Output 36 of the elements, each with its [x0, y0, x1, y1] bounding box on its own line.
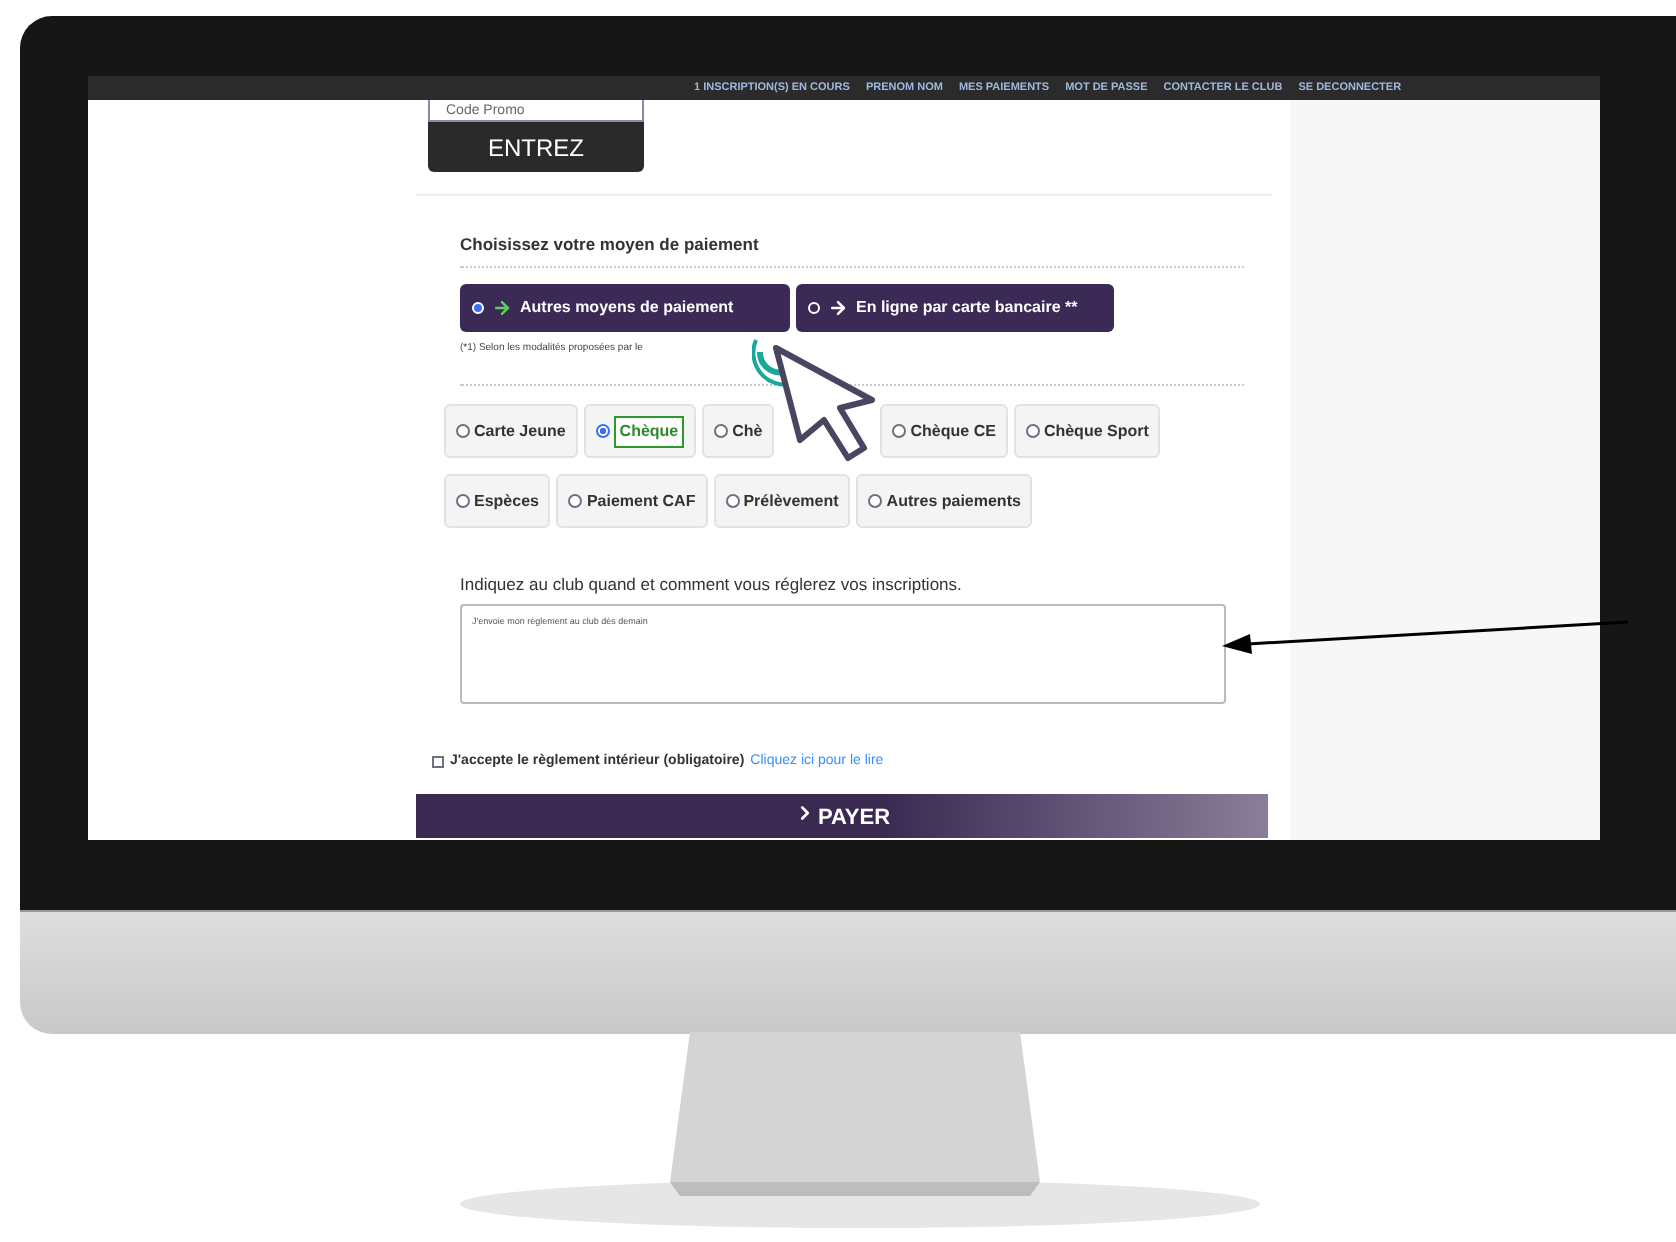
option-label: Autres paiements — [886, 489, 1021, 514]
payment-mode-button[interactable]: Autres moyens de paiement — [460, 283, 790, 332]
radio-button[interactable] — [595, 424, 610, 439]
radio-button[interactable] — [456, 494, 470, 509]
comment-label: Indiquez au club quand et comment vous réglerez vos inscriptions. — [460, 572, 964, 598]
radio-button[interactable] — [1025, 424, 1040, 439]
enter-button[interactable]: ENTREZ — [428, 122, 644, 172]
payment-option[interactable]: Paiement CAF — [556, 474, 708, 529]
payment-option[interactable]: Chèque Sport — [1013, 404, 1161, 459]
arrow-icon — [828, 297, 848, 318]
radio-button[interactable] — [892, 424, 907, 439]
radio-button[interactable] — [725, 494, 740, 509]
payment-option[interactable]: Carte Jeune — [444, 404, 578, 459]
payment-option[interactable]: Chè — [702, 404, 775, 459]
payment-option[interactable]: Chèque — [583, 404, 697, 459]
option-label: Chè — [732, 419, 763, 444]
payment-mode-button[interactable]: En ligne par carte bancaire ** — [796, 283, 1114, 332]
option-label: Prélèvement — [743, 489, 839, 514]
option-label: Carte Jeune — [474, 419, 566, 444]
radio-button[interactable] — [714, 424, 729, 439]
checkbox[interactable] — [432, 756, 444, 769]
payment-option[interactable]: Espèces — [444, 474, 551, 529]
radio-button[interactable] — [456, 424, 470, 439]
option-label: Paiement CAF — [586, 489, 696, 514]
option-label: Chèque — [613, 415, 685, 448]
option-label: Chèque CE — [910, 419, 996, 444]
payment-option[interactable]: Prélèvement — [713, 474, 851, 529]
option-label: Espèces — [474, 489, 539, 514]
arrow-icon — [492, 297, 512, 318]
radio-button[interactable] — [568, 494, 583, 509]
pay-button[interactable]: PAYER — [416, 793, 1268, 837]
radio-button[interactable] — [868, 494, 883, 509]
payment-option[interactable]: Autres paiements — [856, 474, 1033, 529]
option-label: Chèque Sport — [1043, 419, 1149, 444]
payment-option[interactable]: Chèque CE — [880, 404, 1008, 459]
section-heading: Choisissez votre moyen de paiement — [460, 232, 761, 258]
